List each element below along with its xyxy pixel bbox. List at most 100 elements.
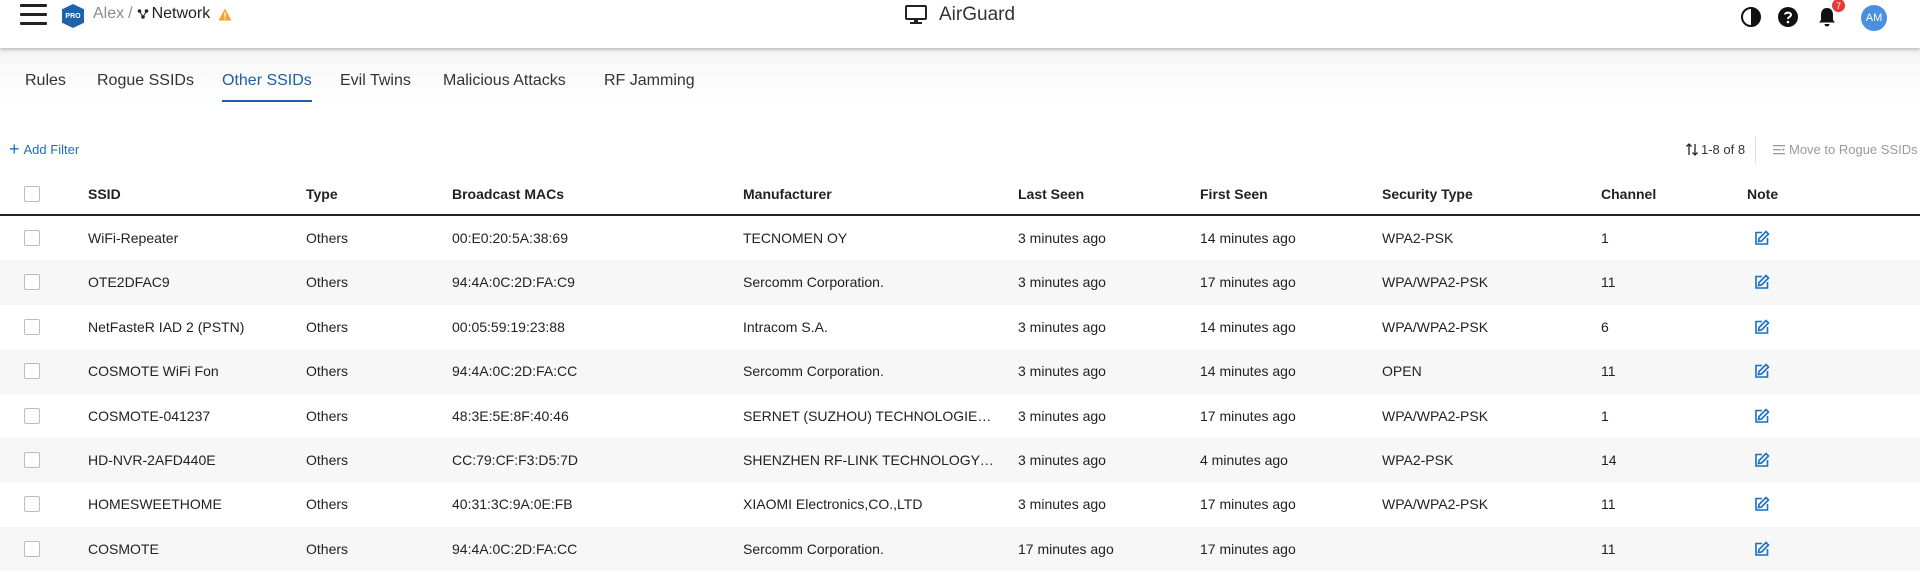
cell-manufacturer: SHENZHEN RF-LINK TECHNOLOGY … xyxy=(743,451,995,468)
warning-icon[interactable] xyxy=(218,8,232,21)
cell-security-type: OPEN xyxy=(1382,363,1422,380)
column-header-type[interactable]: Type xyxy=(306,186,436,202)
edit-note-icon[interactable] xyxy=(1753,318,1771,336)
cell-type: Others xyxy=(306,496,349,513)
table-body: WiFi-Repeater Others 00:E0:20:5A:38:69 T… xyxy=(0,216,1920,572)
cell-security-type: WPA/WPA2-PSK xyxy=(1382,496,1489,513)
cell-channel: 11 xyxy=(1601,363,1616,380)
cell-manufacturer: Intracom S.A. xyxy=(743,318,828,335)
cell-ssid: OTE2DFAC9 xyxy=(88,274,170,291)
table-row[interactable]: COSMOTE WiFi Fon Others 94:4A:0C:2D:FA:C… xyxy=(0,349,1920,394)
table-row[interactable]: NetFasteR IAD 2 (PSTN) Others 00:05:59:1… xyxy=(0,305,1920,349)
cell-first-seen: 14 minutes ago xyxy=(1200,230,1296,246)
toolbar-divider xyxy=(1755,137,1756,163)
cell-channel: 1 xyxy=(1601,407,1609,424)
select-all-checkbox[interactable] xyxy=(24,186,40,202)
cell-type: Others xyxy=(306,451,349,468)
cell-security-type: WPA2-PSK xyxy=(1382,230,1454,246)
list-move-icon xyxy=(1773,145,1785,155)
add-filter-label: Add Filter xyxy=(23,142,80,157)
column-header-ssid[interactable]: SSID xyxy=(88,186,288,202)
ssid-table: SSID Type Broadcast MACs Manufacturer La… xyxy=(0,172,1920,572)
table-row[interactable]: HOMESWEETHOME Others 40:31:3C:9A:0E:FB X… xyxy=(0,482,1920,526)
help-icon[interactable] xyxy=(1777,6,1799,28)
column-header-broadcast-macs[interactable]: Broadcast MACs xyxy=(452,186,712,202)
cell-channel: 11 xyxy=(1601,540,1616,557)
edit-note-icon[interactable] xyxy=(1753,407,1771,425)
cell-manufacturer: TECNOMEN OY xyxy=(743,230,848,246)
move-to-rogue-button[interactable]: Move to Rogue SSIDs xyxy=(1773,142,1918,157)
row-checkbox[interactable] xyxy=(24,496,40,513)
app-title: AirGuard xyxy=(905,4,1015,26)
sort-icon[interactable] xyxy=(1686,143,1698,156)
edit-note-icon[interactable] xyxy=(1753,273,1771,291)
table-row[interactable]: COSMOTE-041237 Others 48:3E:5E:8F:40:46 … xyxy=(0,394,1920,438)
contrast-icon[interactable] xyxy=(1740,6,1762,28)
cell-first-seen: 17 minutes ago xyxy=(1200,496,1296,513)
cell-ssid: COSMOTE WiFi Fon xyxy=(88,363,219,380)
cell-manufacturer: Sercomm Corporation. xyxy=(743,540,884,557)
cell-last-seen: 3 minutes ago xyxy=(1018,363,1106,380)
cell-channel: 1 xyxy=(1601,230,1609,246)
tab-rf-jamming[interactable]: RF Jamming xyxy=(604,72,695,100)
cell-ssid: HD-NVR-2AFD440E xyxy=(88,451,216,468)
edit-note-icon[interactable] xyxy=(1753,495,1771,513)
row-checkbox[interactable] xyxy=(24,318,40,335)
row-checkbox[interactable] xyxy=(24,540,40,557)
add-filter-button[interactable]: + Add Filter xyxy=(9,139,80,159)
top-app-bar: PRO Alex / Network AirGuard 7 AM xyxy=(0,0,1920,48)
avatar[interactable]: AM xyxy=(1861,5,1887,31)
cell-channel: 11 xyxy=(1601,496,1616,513)
row-checkbox[interactable] xyxy=(24,230,40,246)
menu-icon[interactable] xyxy=(20,4,47,26)
column-header-channel[interactable]: Channel xyxy=(1601,186,1721,202)
breadcrumb-separator: / xyxy=(128,5,133,22)
table-row[interactable]: WiFi-Repeater Others 00:E0:20:5A:38:69 T… xyxy=(0,216,1920,260)
cell-ssid: COSMOTE xyxy=(88,540,159,557)
column-header-security-type[interactable]: Security Type xyxy=(1382,186,1582,202)
row-checkbox[interactable] xyxy=(24,363,40,380)
breadcrumb-parent[interactable]: Alex xyxy=(93,5,124,23)
row-checkbox[interactable] xyxy=(24,407,40,424)
tab-other-ssids[interactable]: Other SSIDs xyxy=(222,72,312,102)
network-icon xyxy=(137,9,148,19)
edit-note-icon[interactable] xyxy=(1753,362,1771,380)
table-row[interactable]: COSMOTE Others 94:4A:0C:2D:FA:CC Sercomm… xyxy=(0,526,1920,572)
edit-note-icon[interactable] xyxy=(1753,451,1771,469)
cell-ssid: NetFasteR IAD 2 (PSTN) xyxy=(88,318,245,335)
record-count: 1-8 of 8 xyxy=(1686,142,1745,157)
cell-first-seen: 17 minutes ago xyxy=(1200,274,1296,291)
cell-last-seen: 3 minutes ago xyxy=(1018,496,1106,513)
tab-bar: Rules Rogue SSIDs Other SSIDs Evil Twins… xyxy=(0,48,1920,104)
cell-manufacturer: Sercomm Corporation. xyxy=(743,274,884,291)
move-to-rogue-label: Move to Rogue SSIDs xyxy=(1789,142,1918,157)
table-row[interactable]: HD-NVR-2AFD440E Others CC:79:CF:F3:D5:7D… xyxy=(0,437,1920,483)
cell-first-seen: 17 minutes ago xyxy=(1200,540,1296,557)
cell-mac: 00:05:59:19:23:88 xyxy=(452,318,565,335)
table-header: SSID Type Broadcast MACs Manufacturer La… xyxy=(0,172,1920,216)
table-row[interactable]: OTE2DFAC9 Others 94:4A:0C:2D:FA:C9 Serco… xyxy=(0,260,1920,305)
column-header-last-seen[interactable]: Last Seen xyxy=(1018,186,1188,202)
column-header-first-seen[interactable]: First Seen xyxy=(1200,186,1370,202)
cell-channel: 11 xyxy=(1601,274,1616,291)
cell-manufacturer: Sercomm Corporation. xyxy=(743,363,884,380)
monitor-icon xyxy=(905,5,927,24)
column-header-manufacturer[interactable]: Manufacturer xyxy=(743,186,995,202)
cell-last-seen: 17 minutes ago xyxy=(1018,540,1114,557)
edit-note-icon[interactable] xyxy=(1753,540,1771,558)
plus-icon: + xyxy=(9,139,20,159)
cell-ssid: HOMESWEETHOME xyxy=(88,496,222,513)
cell-security-type: WPA/WPA2-PSK xyxy=(1382,274,1489,291)
tab-evil-twins[interactable]: Evil Twins xyxy=(340,72,411,100)
edit-note-icon[interactable] xyxy=(1753,229,1771,247)
tab-rules[interactable]: Rules xyxy=(25,72,66,100)
cell-first-seen: 14 minutes ago xyxy=(1200,363,1296,380)
cell-mac: 40:31:3C:9A:0E:FB xyxy=(452,496,573,513)
tab-malicious-attacks[interactable]: Malicious Attacks xyxy=(443,72,566,100)
cell-ssid: WiFi-Repeater xyxy=(88,230,179,246)
row-checkbox[interactable] xyxy=(24,451,40,468)
tab-rogue-ssids[interactable]: Rogue SSIDs xyxy=(97,72,194,100)
cell-first-seen: 14 minutes ago xyxy=(1200,318,1296,335)
cell-security-type: WPA2-PSK xyxy=(1382,451,1454,468)
row-checkbox[interactable] xyxy=(24,274,40,291)
